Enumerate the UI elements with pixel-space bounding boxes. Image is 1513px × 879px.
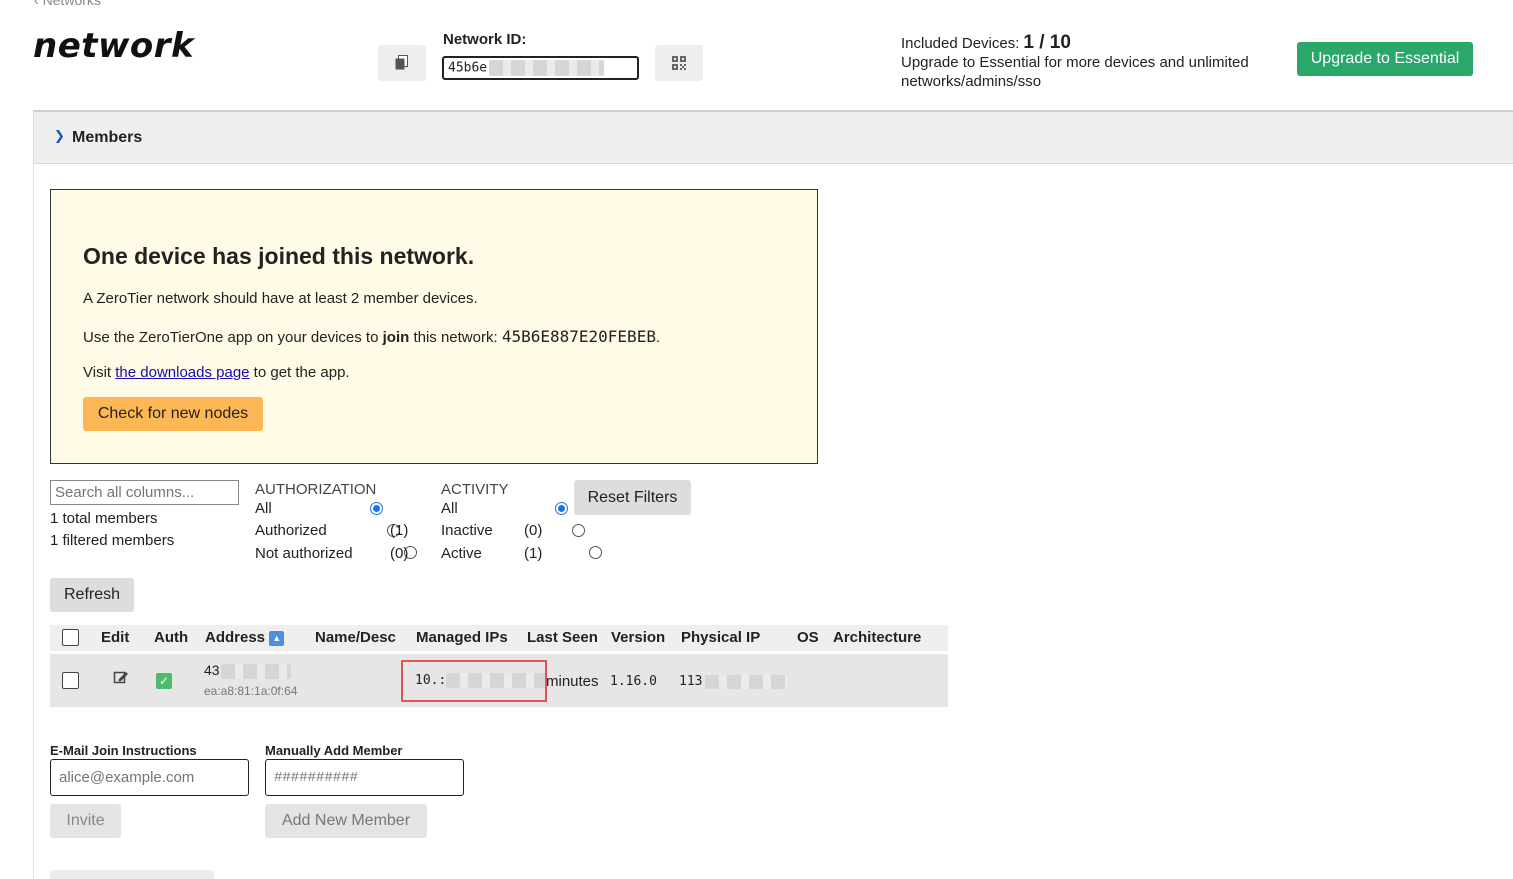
copy-icon: [395, 55, 408, 70]
column-architecture[interactable]: Architecture: [833, 629, 921, 646]
notice-network-id: 45B6E887E20FEBEB: [501, 327, 656, 346]
copy-network-id-button[interactable]: [378, 45, 426, 81]
auth-filter-label-not-authorized: Not authorized: [255, 545, 353, 562]
column-os[interactable]: OS: [797, 629, 819, 646]
notice-line1: A ZeroTier network should have at least …: [83, 290, 478, 307]
activity-filter-inactive-count: (0): [524, 522, 543, 539]
member-id-field[interactable]: [265, 759, 464, 796]
check-new-nodes-button[interactable]: Check for new nodes: [83, 397, 263, 431]
cut-off-button[interactable]: [50, 870, 214, 879]
included-devices-info: Included Devices: 1 / 10 Upgrade to Essen…: [901, 33, 1249, 91]
auth-filter-label-authorized: Authorized: [255, 522, 327, 539]
activity-filter-active-count: (1): [524, 545, 543, 562]
row-select-checkbox[interactable]: [62, 672, 79, 689]
total-members: 1 total members: [50, 510, 158, 527]
page-title: network: [33, 26, 195, 66]
sort-ascending-icon: ▲: [269, 631, 285, 646]
authorized-checkbox[interactable]: ✓: [156, 673, 172, 689]
reset-filters-button[interactable]: Reset Filters: [574, 480, 691, 515]
auth-filter-all-radio[interactable]: [370, 502, 383, 515]
select-all-checkbox[interactable]: [62, 629, 79, 646]
activity-filter-label-active: Active: [441, 545, 482, 562]
back-link-label: Networks: [42, 0, 101, 8]
activity-filter-active-radio[interactable]: [588, 546, 602, 559]
auth-filter-label-all: All: [255, 500, 272, 517]
divider: [33, 164, 34, 879]
upgrade-text-line1: Upgrade to Essential for more devices an…: [901, 54, 1249, 71]
members-section-header[interactable]: ❯ Members: [33, 110, 1513, 164]
notice-line2: Use the ZeroTierOne app on your devices …: [83, 327, 661, 346]
member-address: 43: [204, 662, 291, 679]
activity-filter-all-radio[interactable]: [554, 502, 568, 515]
upgrade-text-line2: networks/admins/sso: [901, 73, 1042, 90]
last-seen: minutes: [546, 673, 599, 690]
add-new-member-button[interactable]: Add New Member: [265, 804, 427, 838]
members-table-header: Edit Auth Address ▲ Name/Desc Managed IP…: [50, 625, 948, 651]
included-devices-label: Included Devices:: [901, 35, 1020, 52]
physical-ip: 113: [679, 674, 788, 689]
column-physical-ip[interactable]: Physical IP: [681, 629, 760, 646]
email-join-label: E-Mail Join Instructions: [50, 743, 197, 758]
qr-code-button[interactable]: [655, 45, 703, 81]
auth-filter-not-authorized-count: (0): [390, 545, 409, 562]
network-id-value: 45b6e: [448, 60, 488, 76]
column-version[interactable]: Version: [611, 629, 665, 646]
included-devices-count: 1 / 10: [1023, 32, 1071, 53]
join-notice: One device has joined this network. A Ze…: [50, 189, 818, 464]
back-to-networks-link[interactable]: ‹ Networks: [34, 0, 101, 8]
activity-filter-title: ACTIVITY: [441, 481, 509, 498]
version: 1.16.0: [610, 674, 657, 689]
email-field[interactable]: [50, 759, 249, 796]
column-edit: Edit: [101, 629, 130, 646]
invite-button[interactable]: Invite: [50, 804, 121, 838]
column-auth: Auth: [154, 629, 189, 646]
notice-heading: One device has joined this network.: [83, 243, 475, 269]
qr-code-icon: [672, 56, 686, 70]
highlight-box: [401, 660, 547, 702]
column-last-seen[interactable]: Last Seen: [527, 629, 598, 646]
authorization-filter-title: AUTHORIZATION: [255, 481, 377, 498]
activity-filter-label-all: All: [441, 500, 458, 517]
activity-filter-label-inactive: Inactive: [441, 522, 493, 539]
edit-icon[interactable]: [113, 669, 129, 688]
member-mac: ea:a8:81:1a:0f:64: [204, 684, 298, 698]
refresh-button[interactable]: Refresh: [50, 578, 134, 612]
column-name-desc[interactable]: Name/Desc: [315, 629, 396, 646]
auth-filter-authorized-count: (1): [390, 522, 409, 539]
chevron-down-icon: ❯: [54, 128, 65, 143]
column-address[interactable]: Address ▲: [205, 629, 285, 646]
add-member-label: Manually Add Member: [265, 743, 403, 758]
network-id-field[interactable]: 45b6e: [442, 56, 639, 80]
column-managed-ips[interactable]: Managed IPs: [416, 629, 508, 646]
upgrade-button[interactable]: Upgrade to Essential: [1297, 42, 1473, 76]
network-id-label: Network ID:: [443, 31, 527, 48]
members-section-title: Members: [72, 129, 143, 146]
downloads-page-link[interactable]: the downloads page: [115, 364, 249, 381]
notice-line3: Visit the downloads page to get the app.: [83, 364, 350, 381]
search-input[interactable]: [50, 480, 239, 505]
filtered-members: 1 filtered members: [50, 532, 175, 549]
activity-filter-inactive-radio[interactable]: [571, 524, 585, 537]
